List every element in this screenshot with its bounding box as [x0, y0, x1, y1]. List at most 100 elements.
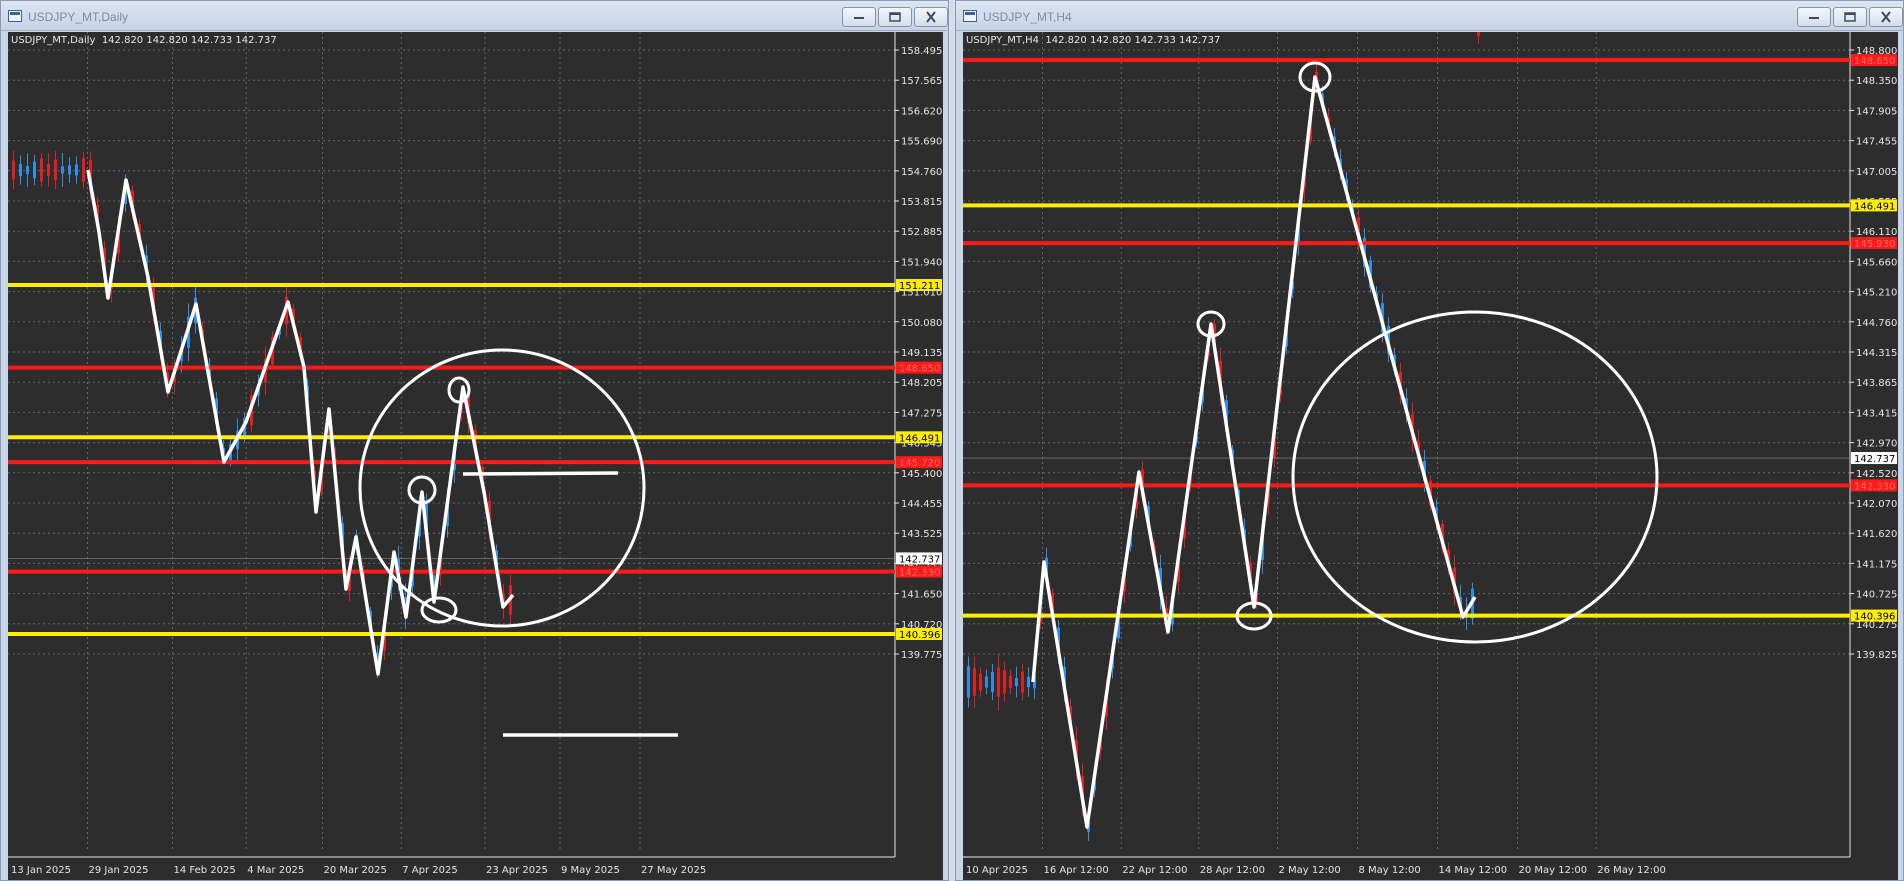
- price-tick-label: 142.070: [1856, 499, 1897, 510]
- price-tick-label: 141.650: [901, 590, 942, 601]
- price-tick-label: 153.815: [901, 197, 942, 208]
- candle-body: [1477, 32, 1480, 37]
- candle-body: [1003, 670, 1006, 694]
- price-tick-label: 141.175: [1856, 559, 1897, 570]
- window-titlebar[interactable]: USDJPY_MT,H4: [956, 1, 1903, 31]
- candle-body: [54, 159, 57, 181]
- candle-body: [1021, 671, 1024, 693]
- symbol-ohlc-label: USDJPY_MT,Daily 142.820 142.820 142.733 …: [11, 35, 277, 46]
- candle-body: [973, 668, 976, 696]
- price-tick-label: 140.725: [1856, 590, 1897, 601]
- level-price-label: 146.491: [899, 433, 940, 444]
- price-tick-label: 144.760: [1856, 318, 1897, 329]
- time-tick-label: 9 May 2025: [561, 865, 620, 876]
- chart-window-h4[interactable]: USDJPY_MT,H4 148.800 148.350 147.905 147.45…: [955, 0, 1904, 881]
- minimize-button[interactable]: [842, 7, 876, 27]
- zigzag-drawing: [86, 169, 515, 676]
- window-title: USDJPY_MT,H4: [983, 10, 1072, 24]
- ohlc-values: 142.820 142.820 142.733 142.737: [1045, 35, 1221, 46]
- price-tick-label: 144.315: [1856, 348, 1897, 359]
- time-tick-label: 20 Mar 2025: [324, 865, 387, 876]
- price-tick-label: 152.885: [901, 227, 942, 238]
- price-tick-label: 158.495: [901, 46, 942, 57]
- restore-icon: [889, 12, 901, 22]
- price-tick-label: 143.525: [901, 529, 942, 540]
- close-button[interactable]: [914, 7, 948, 27]
- price-tick-label: 145.400: [901, 469, 942, 480]
- level-price-label: 140.396: [1854, 612, 1895, 623]
- zigzag-drawing: [1031, 75, 1477, 829]
- time-tick-label: 13 Jan 2025: [11, 865, 71, 876]
- price-tick-label: 149.135: [901, 348, 942, 359]
- candle-body: [26, 165, 29, 175]
- price-tick-label: 147.005: [1856, 167, 1897, 178]
- close-button[interactable]: [1869, 7, 1903, 27]
- time-tick-label: 16 Apr 12:00: [1044, 865, 1109, 876]
- price-tick-label: 146.110: [1856, 227, 1897, 238]
- level-price-label: 148.650: [1854, 56, 1895, 67]
- level-price-label: 142.330: [899, 568, 940, 579]
- level-price-label: 151.211: [899, 281, 940, 292]
- horizontal-drawing: [462, 471, 619, 476]
- ohlc-values: 142.820 142.820 142.733 142.737: [101, 35, 277, 46]
- chart-window-daily[interactable]: USDJPY_MT,Daily 158.495 157.565 156.620 155…: [0, 0, 949, 881]
- price-tick-label: 142.520: [1856, 469, 1897, 480]
- candle-body: [991, 671, 994, 693]
- symbol-label: USDJPY_MT,H4: [966, 35, 1040, 46]
- maximize-button[interactable]: [1833, 7, 1867, 27]
- circle-drawing: [1291, 310, 1659, 644]
- candle-body: [82, 158, 85, 182]
- level-price-label: 142.330: [1854, 481, 1895, 492]
- time-tick-label: 4 Mar 2025: [247, 865, 304, 876]
- price-tick-label: 151.940: [901, 257, 942, 268]
- time-tick-label: 10 Apr 2025: [966, 865, 1028, 876]
- price-tick-label: 145.660: [1856, 257, 1897, 268]
- circle-drawing: [447, 376, 471, 404]
- candle-body: [1027, 676, 1030, 688]
- candle-body: [33, 161, 36, 179]
- price-tick-label: 144.455: [901, 499, 942, 510]
- price-tick-label: 157.565: [901, 76, 942, 87]
- candle-body: [61, 166, 64, 174]
- time-tick-label: 2 May 12:00: [1279, 865, 1341, 876]
- candle-body: [997, 667, 1000, 697]
- candle-body: [967, 666, 970, 698]
- time-tick-label: 26 May 12:00: [1597, 865, 1666, 876]
- minimize-icon: [854, 17, 864, 19]
- price-chart[interactable]: 158.495 157.565 156.620 155.690 154.760 153.8…: [8, 32, 943, 880]
- current-price-label: 142.737: [899, 554, 940, 565]
- candle-body: [1015, 677, 1018, 687]
- level-price-label: 145.720: [899, 458, 940, 469]
- price-tick-label: 147.275: [901, 408, 942, 419]
- time-tick-label: 7 Apr 2025: [402, 865, 457, 876]
- price-tick-label: 148.205: [901, 378, 942, 389]
- restore-icon: [1844, 12, 1856, 22]
- level-price-label: 148.650: [899, 364, 940, 375]
- level-price-label: 145.930: [1854, 239, 1895, 250]
- symbol-label: USDJPY_MT,Daily: [11, 35, 96, 46]
- price-tick-label: 139.775: [901, 650, 942, 661]
- minimize-button[interactable]: [1797, 7, 1831, 27]
- price-tick-label: 147.455: [1856, 137, 1897, 148]
- chart-window-icon: [8, 10, 22, 22]
- time-tick-label: 29 Jan 2025: [89, 865, 149, 876]
- window-title: USDJPY_MT,Daily: [28, 10, 129, 24]
- maximize-button[interactable]: [878, 7, 912, 27]
- candle-body: [19, 163, 22, 177]
- candle-body: [979, 673, 982, 691]
- candle-body: [1009, 675, 1012, 689]
- window-titlebar[interactable]: USDJPY_MT,Daily: [1, 1, 948, 31]
- price-tick-label: 142.970: [1856, 439, 1897, 450]
- price-tick-label: 141.620: [1856, 529, 1897, 540]
- price-chart[interactable]: 148.800148.350147.905147.455147.005146.5…: [963, 32, 1898, 880]
- price-tick-label: 139.825: [1856, 650, 1897, 661]
- price-tick-label: 143.415: [1856, 408, 1897, 419]
- close-icon: [926, 11, 936, 23]
- candle-body: [47, 163, 50, 177]
- minimize-icon: [1809, 17, 1819, 19]
- candle-body: [75, 164, 78, 176]
- level-price-label: 146.491: [1854, 201, 1895, 212]
- price-tick-label: 148.350: [1856, 76, 1897, 87]
- candle-body: [985, 676, 988, 688]
- price-tick-label: 143.865: [1856, 378, 1897, 389]
